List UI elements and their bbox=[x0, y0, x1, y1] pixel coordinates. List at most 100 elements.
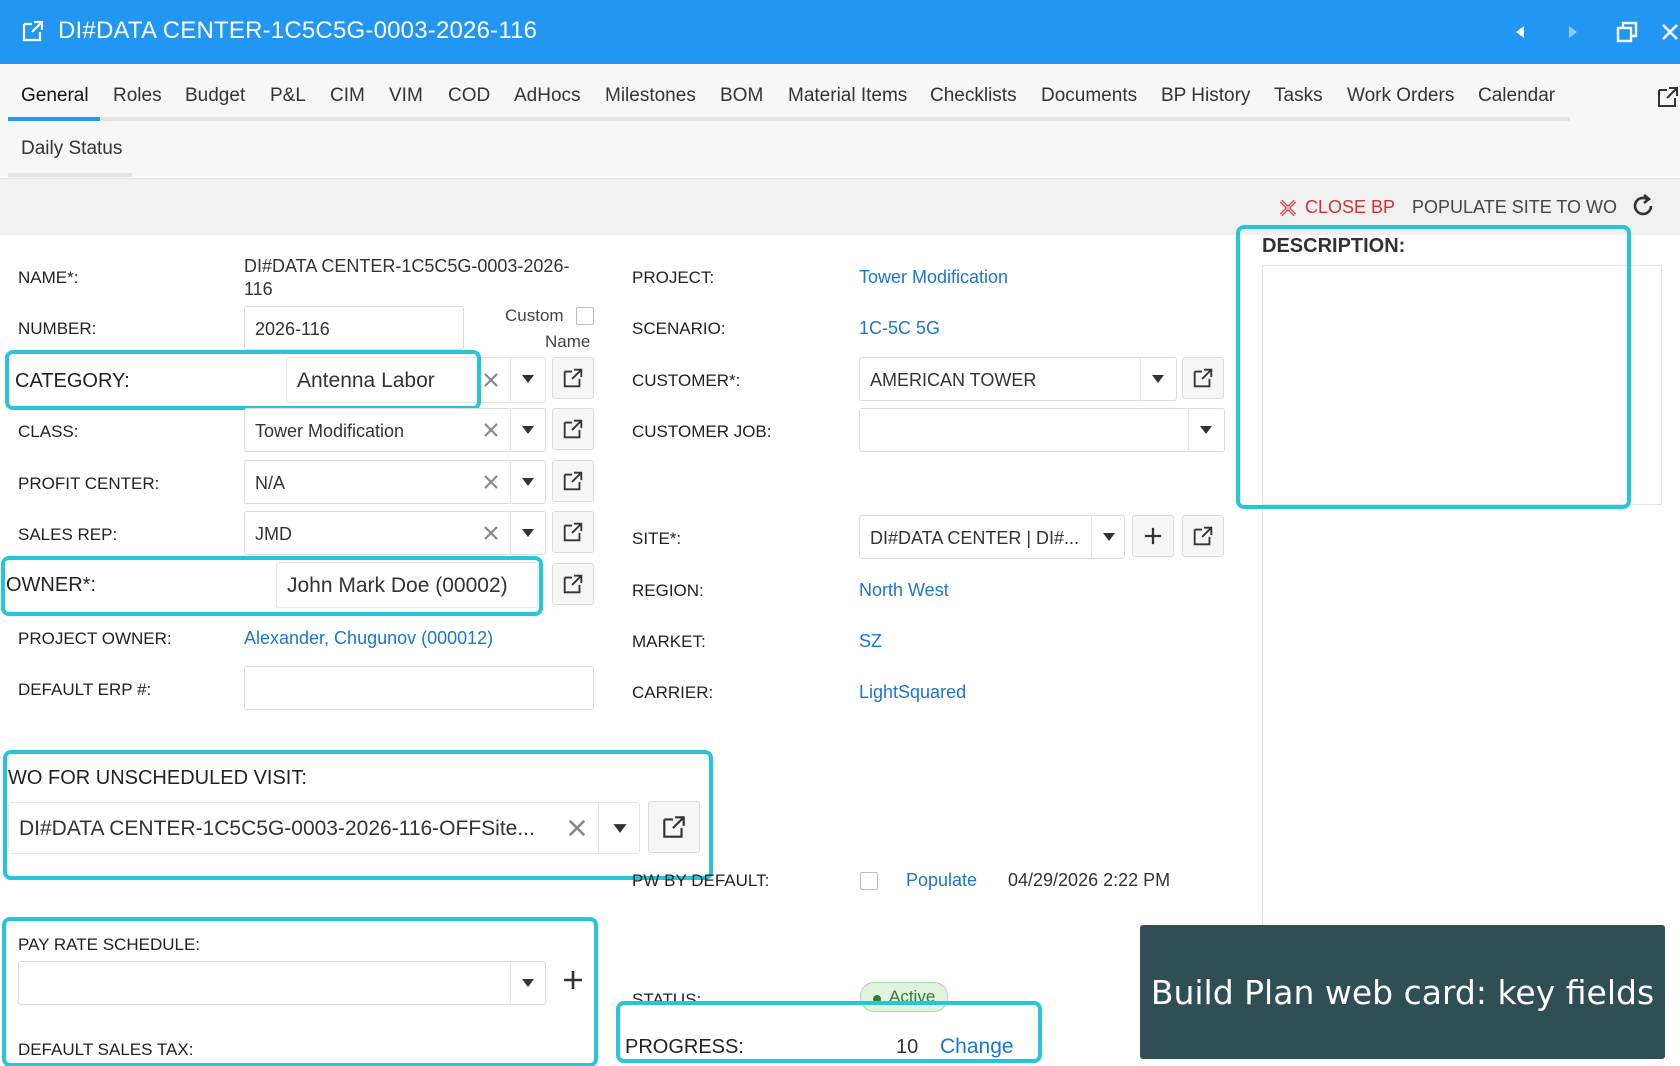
highlight-wo-unscheduled bbox=[3, 750, 713, 880]
plus-icon bbox=[1144, 527, 1162, 545]
tab-roles[interactable]: Roles bbox=[113, 85, 162, 107]
populate-site-button[interactable]: POPULATE SITE TO WO bbox=[1412, 197, 1617, 218]
external-link-icon[interactable] bbox=[20, 18, 46, 44]
market-link[interactable]: SZ bbox=[859, 631, 882, 652]
tab-tasks[interactable]: Tasks bbox=[1274, 85, 1323, 107]
customer-dropdown-button[interactable] bbox=[1140, 357, 1174, 401]
close-bp-label: CLOSE BP bbox=[1305, 197, 1396, 217]
tab-bp-history[interactable]: BP History bbox=[1161, 85, 1250, 107]
customer-field[interactable]: AMERICAN TOWER bbox=[859, 357, 1177, 401]
profit-center-open-button[interactable] bbox=[552, 460, 594, 502]
custom-name-line2: Name bbox=[545, 332, 591, 351]
class-value: Tower Modification bbox=[255, 421, 405, 441]
site-field[interactable]: DI#DATA CENTER | DI#... bbox=[859, 515, 1125, 559]
pw-default-label: PW BY DEFAULT: bbox=[632, 871, 770, 890]
carrier-link[interactable]: LightSquared bbox=[859, 682, 966, 703]
window-title: DI#DATA CENTER-1C5C5G-0003-2026-116 bbox=[58, 17, 538, 44]
prev-record-button[interactable] bbox=[1506, 18, 1534, 46]
profit-center-dropdown-button[interactable] bbox=[510, 460, 544, 504]
market-label: MARKET: bbox=[632, 632, 706, 651]
add-site-button[interactable] bbox=[1132, 515, 1174, 557]
highlight-description bbox=[1236, 225, 1631, 509]
site-dropdown-button[interactable] bbox=[1091, 515, 1125, 559]
tab-daily-status[interactable]: Daily Status bbox=[21, 138, 122, 160]
customer-value: AMERICAN TOWER bbox=[870, 370, 1037, 390]
owner-open-button[interactable] bbox=[552, 563, 594, 605]
number-field[interactable]: 2026-116 bbox=[244, 306, 464, 350]
refresh-icon bbox=[1633, 193, 1653, 216]
external-link-icon bbox=[563, 522, 583, 542]
class-open-button[interactable] bbox=[552, 408, 594, 450]
custom-name-checkbox[interactable] bbox=[576, 307, 594, 325]
site-open-button[interactable] bbox=[1182, 515, 1224, 557]
title-bar: DI#DATA CENTER-1C5C5G-0003-2026-116 bbox=[0, 0, 1680, 64]
profit-center-value: N/A bbox=[255, 473, 286, 493]
tab-bom[interactable]: BOM bbox=[720, 85, 763, 107]
refresh-button[interactable] bbox=[1630, 193, 1656, 224]
chevron-down-icon bbox=[1199, 426, 1212, 434]
clear-icon[interactable] bbox=[481, 472, 501, 492]
tab-divider bbox=[8, 117, 1570, 121]
populate-timestamp: 04/29/2026 2:22 PM bbox=[1008, 870, 1171, 890]
close-bp-button[interactable]: CLOSE BP bbox=[1278, 197, 1395, 218]
tab-pl[interactable]: P&L bbox=[270, 85, 306, 107]
region-link[interactable]: North West bbox=[859, 580, 949, 601]
external-link-icon bbox=[1193, 368, 1213, 388]
scenario-link[interactable]: 1C-5C 5G bbox=[859, 318, 940, 339]
chevron-down-icon bbox=[1151, 375, 1164, 383]
chevron-down-icon bbox=[1102, 533, 1115, 541]
customer-job-field[interactable] bbox=[859, 408, 1225, 452]
tab-budget[interactable]: Budget bbox=[185, 85, 245, 107]
tab-vim[interactable]: VIM bbox=[389, 85, 423, 107]
close-bp-icon bbox=[1279, 199, 1297, 216]
tab-adhocs[interactable]: AdHocs bbox=[514, 85, 581, 107]
chevron-down-icon bbox=[521, 375, 534, 383]
customer-open-button[interactable] bbox=[1182, 357, 1224, 399]
carrier-label: CARRIER: bbox=[632, 683, 714, 702]
project-owner-link[interactable]: Alexander, Chugunov (000012) bbox=[244, 628, 493, 649]
external-link-icon[interactable] bbox=[1655, 84, 1680, 110]
next-record-button[interactable] bbox=[1559, 18, 1587, 46]
pw-default-checkbox[interactable] bbox=[860, 872, 878, 890]
sales-rep-value: JMD bbox=[255, 524, 292, 544]
customer-job-dropdown-button[interactable] bbox=[1188, 408, 1222, 452]
project-label: PROJECT: bbox=[632, 268, 715, 287]
external-link-icon bbox=[563, 419, 583, 439]
scenario-label: SCENARIO: bbox=[632, 319, 726, 338]
clear-icon[interactable] bbox=[481, 370, 501, 390]
tab-milestones[interactable]: Milestones bbox=[605, 85, 696, 107]
sales-rep-dropdown-button[interactable] bbox=[510, 511, 544, 555]
customer-label: CUSTOMER*: bbox=[632, 371, 741, 390]
tab-general[interactable]: General bbox=[21, 85, 89, 107]
tab-documents[interactable]: Documents bbox=[1041, 85, 1137, 107]
highlight-owner bbox=[1, 556, 543, 616]
default-erp-field[interactable] bbox=[244, 666, 594, 710]
next-icon bbox=[1569, 26, 1577, 38]
class-dropdown-button[interactable] bbox=[510, 408, 544, 452]
category-open-button[interactable] bbox=[552, 357, 594, 399]
tab-calendar[interactable]: Calendar bbox=[1478, 85, 1555, 107]
external-link-icon bbox=[563, 574, 583, 594]
external-link-icon bbox=[563, 368, 583, 388]
tab-work-orders[interactable]: Work Orders bbox=[1347, 85, 1454, 107]
close-window-button[interactable] bbox=[1656, 18, 1680, 46]
region-label: REGION: bbox=[632, 581, 704, 600]
highlight-progress bbox=[616, 1001, 1042, 1063]
highlight-category bbox=[5, 350, 481, 410]
customer-job-label: CUSTOMER JOB: bbox=[632, 422, 772, 441]
tab-material-items[interactable]: Material Items bbox=[788, 85, 907, 107]
custom-name-line1: Custom bbox=[505, 306, 564, 325]
category-dropdown-button[interactable] bbox=[510, 357, 544, 401]
tab-cod[interactable]: COD bbox=[448, 85, 490, 107]
prev-icon bbox=[1516, 26, 1524, 38]
external-link-icon bbox=[1193, 526, 1213, 546]
tab-cim[interactable]: CIM bbox=[330, 85, 365, 107]
populate-link[interactable]: Populate bbox=[906, 870, 977, 891]
clear-icon[interactable] bbox=[481, 523, 501, 543]
clear-icon[interactable] bbox=[481, 420, 501, 440]
sales-rep-open-button[interactable] bbox=[552, 511, 594, 553]
restore-icon bbox=[1616, 21, 1638, 43]
restore-window-button[interactable] bbox=[1613, 18, 1641, 46]
project-link[interactable]: Tower Modification bbox=[859, 267, 1008, 288]
tab-checklists[interactable]: Checklists bbox=[930, 85, 1017, 107]
